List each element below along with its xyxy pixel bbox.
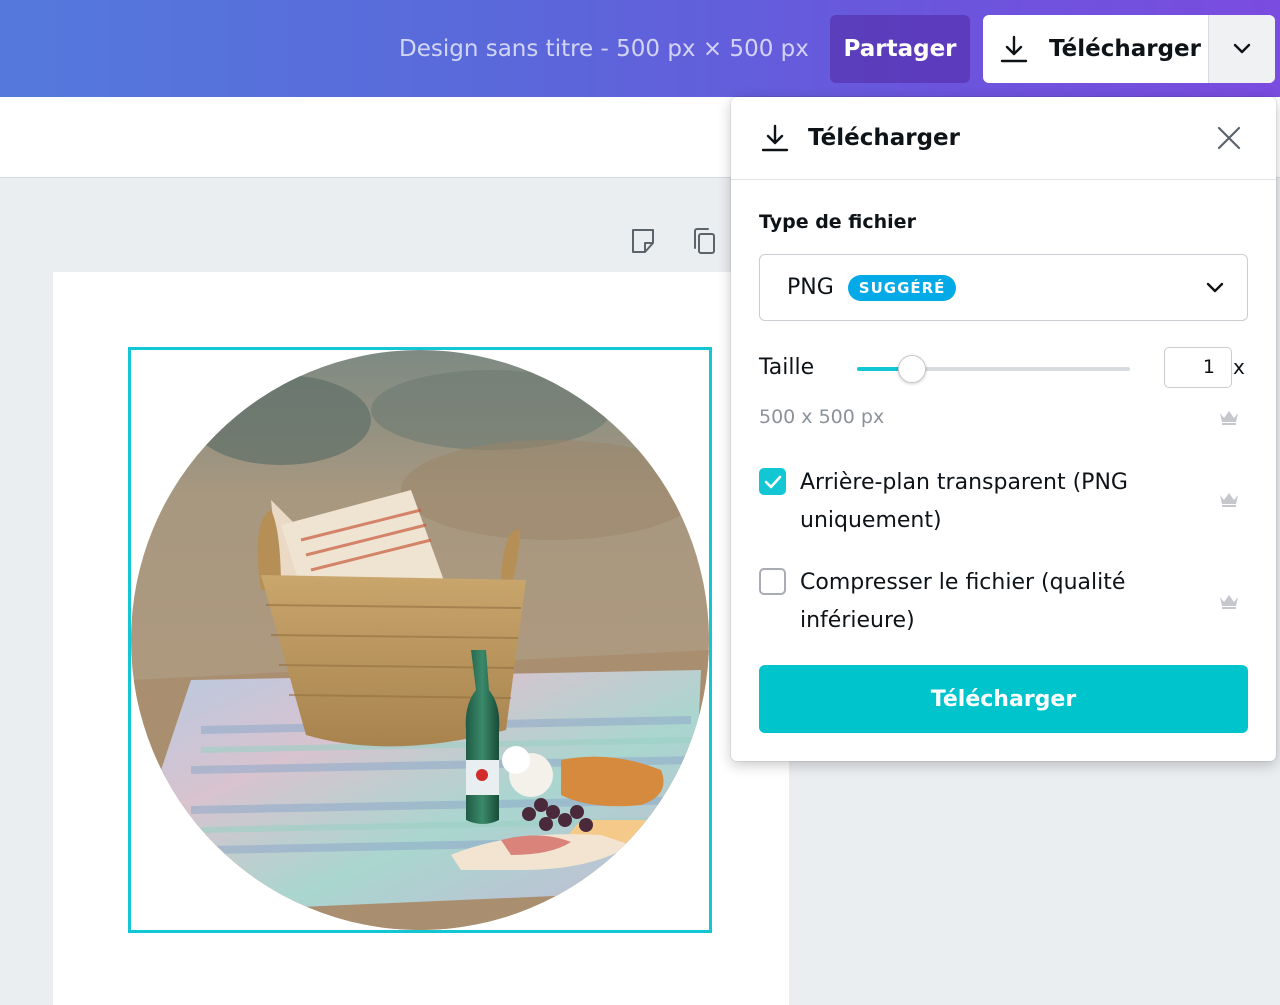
- transparent-background-option[interactable]: Arrière-plan transparent (PNG uniquement…: [759, 464, 1179, 540]
- file-type-label: Type de fichier: [759, 211, 916, 233]
- download-button-label: Télécharger: [1049, 36, 1201, 62]
- dimensions-text: 500 x 500 px: [759, 406, 885, 428]
- close-panel-button[interactable]: [1214, 123, 1244, 153]
- file-type-select[interactable]: PNG SUGGÉRÉ: [759, 254, 1248, 321]
- file-type-value: PNG: [787, 275, 834, 300]
- sticky-note-icon: [632, 229, 654, 253]
- crown-icon: [1220, 411, 1238, 425]
- compress-file-checkbox[interactable]: [759, 568, 786, 595]
- size-slider[interactable]: [857, 355, 1130, 383]
- duplicate-page-button[interactable]: [690, 226, 718, 260]
- size-input[interactable]: 1: [1164, 347, 1232, 388]
- chevron-down-icon: [1206, 282, 1224, 293]
- close-icon: [1217, 126, 1241, 150]
- panel-title: Télécharger: [808, 125, 960, 151]
- compress-file-label: Compresser le fichier (qualité inférieur…: [800, 570, 1126, 633]
- download-icon: [1000, 35, 1028, 63]
- panel-download-button[interactable]: Télécharger: [759, 665, 1248, 733]
- transparent-background-checkbox[interactable]: [759, 468, 786, 495]
- chevron-down-icon: [1233, 43, 1251, 54]
- copy-icon: [694, 228, 715, 254]
- design-title[interactable]: Design sans titre - 500 px × 500 px: [399, 36, 809, 62]
- selection-outline[interactable]: [128, 347, 712, 933]
- download-panel: Télécharger Type de fichier PNG SUGGÉRÉ …: [731, 97, 1276, 761]
- suggested-badge: SUGGÉRÉ: [847, 274, 957, 301]
- panel-header: Télécharger: [731, 97, 1276, 180]
- compress-file-option[interactable]: Compresser le fichier (qualité inférieur…: [759, 564, 1179, 640]
- top-bar: Design sans titre - 500 px × 500 px Part…: [0, 0, 1280, 97]
- page-notes-button[interactable]: [628, 226, 658, 260]
- download-button[interactable]: Télécharger: [983, 15, 1208, 83]
- check-icon: [764, 475, 781, 488]
- crown-icon: [1220, 595, 1238, 609]
- download-icon: [761, 124, 789, 152]
- size-label: Taille: [759, 355, 815, 380]
- download-options-button[interactable]: [1208, 15, 1275, 83]
- transparent-background-label: Arrière-plan transparent (PNG uniquement…: [800, 470, 1128, 533]
- download-button-group: Télécharger: [983, 15, 1275, 83]
- crown-icon: [1220, 493, 1238, 507]
- share-button[interactable]: Partager: [830, 15, 970, 83]
- size-slider-thumb[interactable]: [898, 355, 926, 383]
- size-unit: x: [1233, 355, 1245, 379]
